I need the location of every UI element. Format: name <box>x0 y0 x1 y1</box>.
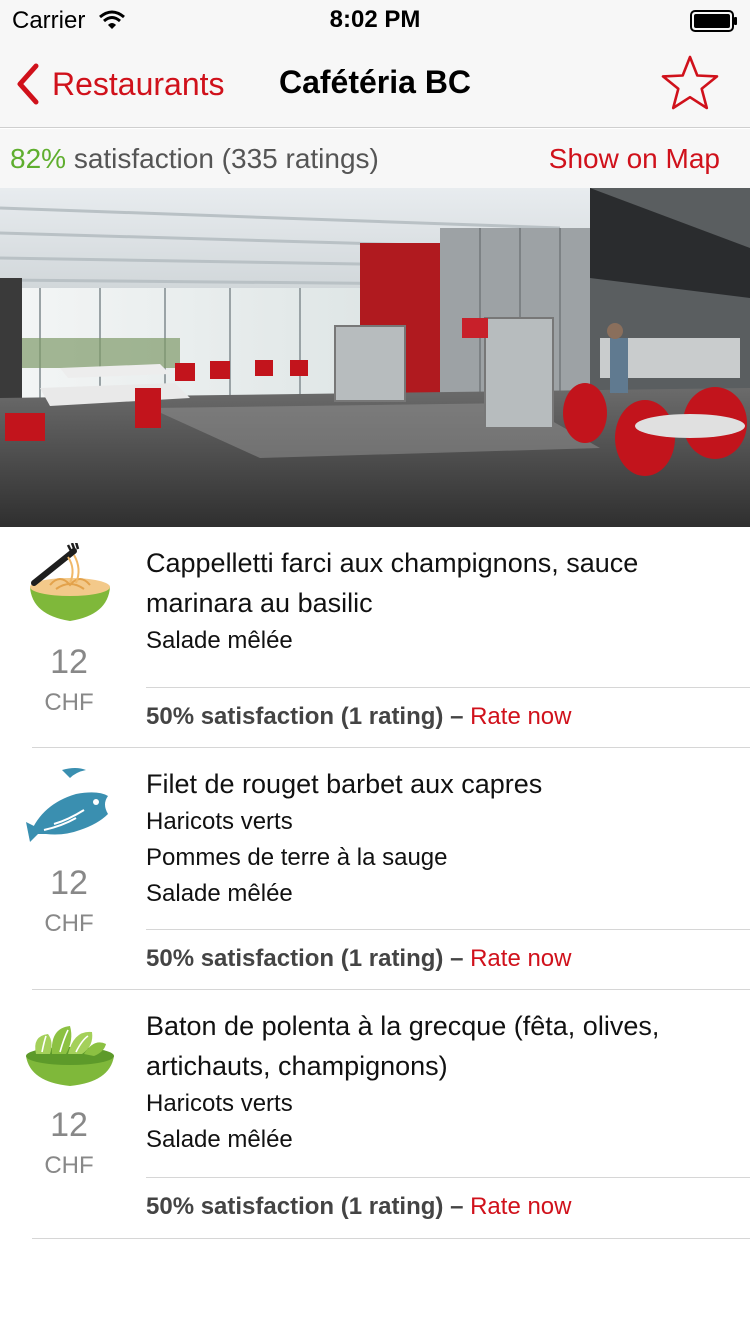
fish-icon <box>26 768 108 842</box>
satisfaction-count: satisfaction (335 ratings) <box>66 143 379 174</box>
item-rating: 50% satisfaction (1 rating) – Rate now <box>146 703 571 731</box>
satisfaction-percent: 82% <box>10 143 67 174</box>
rating-text: 50% satisfaction (1 rating) – <box>146 945 471 972</box>
restaurant-photo <box>0 188 750 527</box>
item-divider <box>32 1238 750 1239</box>
item-side-dish: Haricots verts <box>146 808 293 835</box>
rate-now-link[interactable]: Rate now <box>470 1193 571 1220</box>
menu-item[interactable]: 12 CHF Cappelletti farci aux champignons… <box>0 527 750 748</box>
item-side-dish: Salade mêlée <box>146 1126 293 1153</box>
status-time: 8:02 PM <box>329 6 421 33</box>
item-side-dish: Salade mêlée <box>146 880 293 907</box>
status-bar: Carrier 8:02 PM <box>0 0 750 40</box>
battery-icon <box>690 10 737 32</box>
salad-bowl-icon <box>26 1026 114 1086</box>
rating-text: 50% satisfaction (1 rating) – <box>146 1193 471 1220</box>
menu-item[interactable]: 12 CHF Baton de polenta à la grecque (fê… <box>0 990 750 1239</box>
rate-now-link[interactable]: Rate now <box>470 703 571 730</box>
item-price: 12 <box>50 864 88 902</box>
show-on-map-link[interactable]: Show on Map <box>549 143 720 175</box>
item-price: 12 <box>50 643 88 681</box>
item-rating: 50% satisfaction (1 rating) – Rate now <box>146 945 571 973</box>
menu-item[interactable]: 12 CHF Filet de rouget barbet aux capres… <box>0 748 750 990</box>
item-side-dish: Salade mêlée <box>146 627 293 654</box>
chevron-left-icon <box>17 63 39 105</box>
rating-text: 50% satisfaction (1 rating) – <box>146 703 471 730</box>
rating-divider <box>146 929 750 930</box>
rating-divider <box>146 1177 750 1178</box>
item-title: Cappelletti farci aux champignons, sauce… <box>146 548 639 618</box>
item-title: Baton de polenta à la grecque (fêta, oli… <box>146 1011 660 1081</box>
back-button-label: Restaurants <box>52 65 225 102</box>
item-currency: CHF <box>44 910 94 937</box>
pasta-bowl-icon <box>30 543 110 621</box>
satisfaction-text: 82% satisfaction (335 ratings) <box>10 143 379 175</box>
item-side-dish: Pommes de terre à la sauge <box>146 844 448 871</box>
back-button[interactable]: Restaurants <box>14 62 225 106</box>
rate-now-link[interactable]: Rate now <box>470 945 571 972</box>
item-price: 12 <box>50 1106 88 1144</box>
item-currency: CHF <box>44 689 94 716</box>
menu-list: 12 CHF Cappelletti farci aux champignons… <box>0 527 750 1239</box>
satisfaction-summary: 82% satisfaction (335 ratings) Show on M… <box>0 129 750 188</box>
item-title: Filet de rouget barbet aux capres <box>146 769 543 799</box>
item-currency: CHF <box>44 1152 94 1179</box>
item-side-dish: Haricots verts <box>146 1090 293 1117</box>
rating-divider <box>146 687 750 688</box>
navigation-bar: Restaurants Cafétéria BC <box>0 40 750 128</box>
item-rating: 50% satisfaction (1 rating) – Rate now <box>146 1193 571 1221</box>
favorite-star-icon[interactable] <box>660 54 720 114</box>
